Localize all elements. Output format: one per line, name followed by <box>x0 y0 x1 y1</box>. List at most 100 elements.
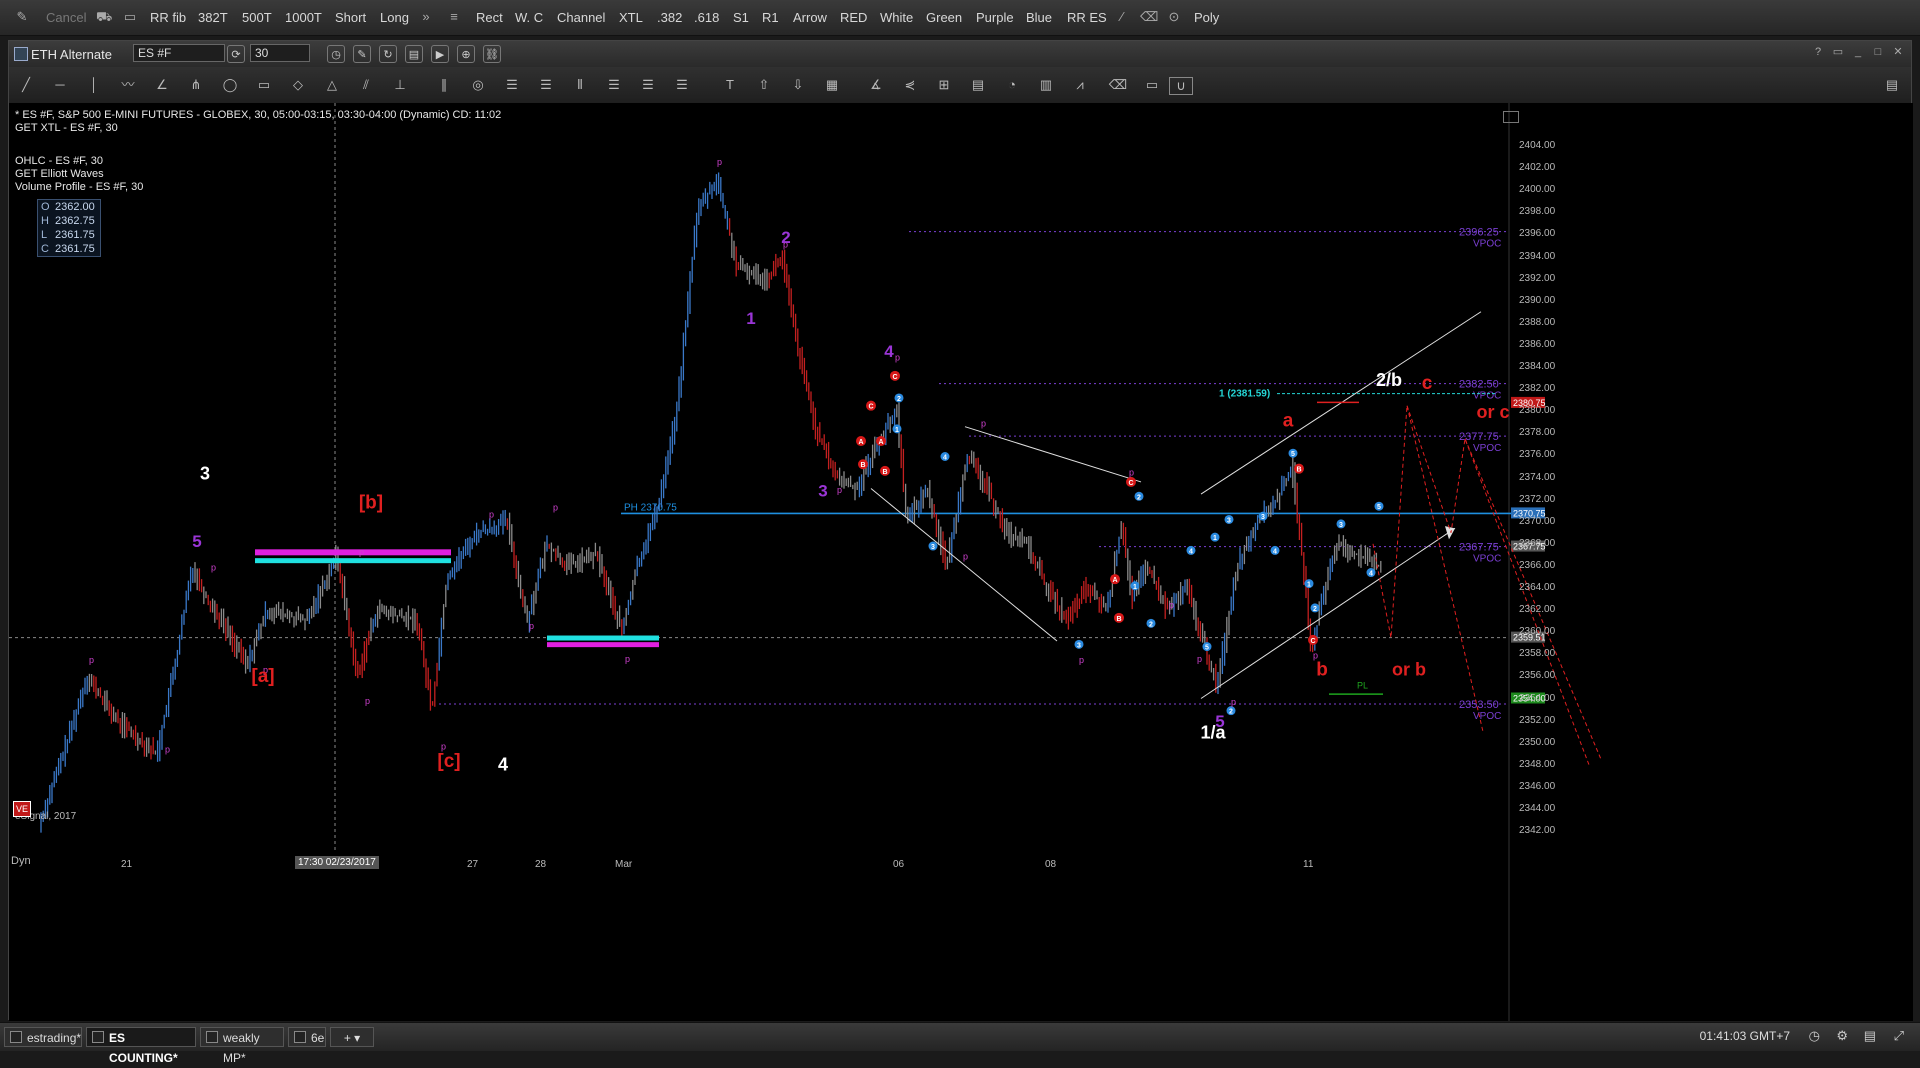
fib-zone-tool-icon[interactable]: ☰ <box>671 77 693 93</box>
rect-button[interactable]: Rect <box>476 10 503 25</box>
help-icon[interactable]: ? <box>1811 45 1825 59</box>
angle-tool-icon[interactable]: ∠ <box>151 77 173 93</box>
gann-tool-icon[interactable]: ∡ <box>865 77 887 93</box>
rectangle-tool-icon[interactable]: ▭ <box>253 77 275 93</box>
ohlc-high: H 2362.75 <box>41 215 95 227</box>
zoom-icon[interactable]: ⊕ <box>457 45 475 63</box>
tab-estrading[interactable]: estrading* <box>4 1027 82 1047</box>
layout-icon[interactable]: ▤ <box>1864 1028 1876 1044</box>
comment-tool-icon[interactable]: ▭ <box>1141 77 1163 93</box>
x-tick-label: Mar <box>615 859 633 870</box>
tab-checkbox[interactable] <box>92 1031 104 1043</box>
1000t-button[interactable]: 1000T <box>285 10 322 25</box>
short-button[interactable]: Short <box>335 10 366 25</box>
500t-button[interactable]: 500T <box>242 10 272 25</box>
fib-arc-tool-icon[interactable]: ☰ <box>637 77 659 93</box>
wc-button[interactable]: W. C <box>515 10 543 25</box>
tab-checkbox[interactable] <box>206 1031 218 1043</box>
triangle-tool-icon[interactable]: △ <box>321 77 343 93</box>
dyn-label[interactable]: Dyn <box>11 855 31 868</box>
red-button[interactable]: RED <box>840 10 867 25</box>
channel-tool-icon[interactable]: ⫽ <box>355 77 377 93</box>
fib-ext-tool-icon[interactable]: ☰ <box>535 77 557 93</box>
text-tool-icon[interactable]: T <box>719 77 741 93</box>
wave-tool-icon[interactable]: 〰 <box>117 77 139 93</box>
tab-es-counting[interactable]: ES COUNTING* <box>86 1027 196 1065</box>
panel-expand-icon[interactable] <box>1503 111 1519 123</box>
pti-tool-icon[interactable]: ▥ <box>1035 77 1057 93</box>
trendline-tool-icon[interactable]: ╱ <box>15 77 37 93</box>
symbol-input[interactable] <box>133 44 225 62</box>
tab-6e[interactable]: 6e <box>288 1027 326 1047</box>
mob-icon[interactable]: ≡ <box>446 9 462 25</box>
settings-icon[interactable]: ⊙ <box>1166 9 1182 25</box>
symbol-lookup-icon[interactable]: ⟳ <box>227 45 245 63</box>
refresh-icon[interactable]: ↻ <box>379 45 397 63</box>
xtl-button[interactable]: XTL <box>619 10 643 25</box>
fib-618-button[interactable]: .618 <box>694 10 719 25</box>
chart-plot-area[interactable]: 2396.25 VPOC 2382.50 VPOC 2377.75 VPOC 2367.75… <box>9 103 1913 1021</box>
382t-button[interactable]: 382T <box>198 10 228 25</box>
draw-tool-icon[interactable]: ✎ <box>14 9 30 25</box>
tab-checkbox[interactable] <box>10 1031 22 1043</box>
eraser-icon[interactable]: ⌫ <box>1140 9 1158 25</box>
cycle-tool-icon[interactable]: ◎ <box>467 77 489 93</box>
green-button[interactable]: Green <box>926 10 962 25</box>
interval-input[interactable] <box>250 44 310 62</box>
arrow-down-tool-icon[interactable]: ⇩ <box>787 77 809 93</box>
eraser2-tool-icon[interactable]: ⌫ <box>1107 77 1129 93</box>
arrow-button[interactable]: Arrow <box>793 10 827 25</box>
eraser-tool-icon[interactable]: ◇ <box>287 77 309 93</box>
ruler-tool-icon[interactable]: ⊥ <box>389 77 411 93</box>
ellipse-tool-icon[interactable]: ◯ <box>219 77 241 93</box>
link-icon[interactable]: ⛓ <box>483 45 501 63</box>
andrews-tool-icon[interactable]: ⋞ <box>899 77 921 93</box>
minimize-icon[interactable]: _ <box>1851 45 1865 59</box>
parallel-tool-icon[interactable]: ∥ <box>433 77 455 93</box>
white-button[interactable]: White <box>880 10 913 25</box>
add-tab-button[interactable]: + ▾ <box>330 1027 374 1047</box>
vertical-line-tool-icon[interactable]: │ <box>83 77 105 93</box>
tab-weakly-mp[interactable]: weakly MP* <box>200 1027 284 1065</box>
timer-icon[interactable]: ◷ <box>1809 1028 1820 1044</box>
overflow-icon[interactable]: » <box>418 9 434 25</box>
maximize-screen-icon[interactable]: ⤢ <box>1894 1028 1904 1044</box>
horizontal-line-tool-icon[interactable]: ─ <box>49 77 71 93</box>
poly-button[interactable]: Poly <box>1194 10 1219 25</box>
r1-button[interactable]: R1 <box>762 10 779 25</box>
blue-button[interactable]: Blue <box>1026 10 1052 25</box>
fork-tool-icon[interactable]: ⋔ <box>185 77 207 93</box>
arrow-up-tool-icon[interactable]: ⇧ <box>753 77 775 93</box>
toolbar-menu-icon[interactable]: ▤ <box>1881 77 1903 93</box>
close-icon[interactable]: ✕ <box>1891 45 1905 59</box>
tab-checkbox[interactable] <box>294 1031 306 1043</box>
rect-icon[interactable]: ▭ <box>122 9 138 25</box>
cart-icon[interactable]: ⛟ <box>96 9 112 25</box>
magnet-tool-icon[interactable]: ∪ <box>1169 77 1193 95</box>
draw-pen-icon[interactable]: ✎ <box>353 45 371 63</box>
rr-es-button[interactable]: RR ES <box>1067 10 1107 25</box>
fib-retrace-tool-icon[interactable]: ☰ <box>501 77 523 93</box>
elliott-tool-icon[interactable]: ⩘ <box>1069 77 1091 93</box>
fib-382-button[interactable]: .382 <box>657 10 682 25</box>
interval-icon[interactable]: ◷ <box>327 45 345 63</box>
cycle-lines-tool-icon[interactable]: ◔ <box>1001 77 1023 93</box>
channel-button[interactable]: Channel <box>557 10 605 25</box>
purple-button[interactable]: Purple <box>976 10 1014 25</box>
long-button[interactable]: Long <box>380 10 409 25</box>
restore-icon[interactable]: ▭ <box>1831 45 1845 59</box>
maximize-icon[interactable]: □ <box>1871 45 1885 59</box>
play-icon[interactable]: ▶ <box>431 45 449 63</box>
price-chart[interactable]: 2396.25VPOC2382.50VPOC2377.75VPOC2367.75… <box>9 103 1913 1021</box>
template-icon[interactable]: ▤ <box>405 45 423 63</box>
fib-time-tool-icon[interactable]: ⦀ <box>569 77 591 93</box>
grid-tool-icon[interactable]: ⊞ <box>933 77 955 93</box>
fib-fan-tool-icon[interactable]: ☰ <box>603 77 625 93</box>
note-tool-icon[interactable]: ▦ <box>821 77 843 93</box>
s1-button[interactable]: S1 <box>733 10 749 25</box>
pen-icon[interactable]: ⁄ <box>1114 9 1130 25</box>
rr-fib-button[interactable]: RR fib <box>150 10 186 25</box>
gear-icon[interactable]: ⚙ <box>1836 1028 1848 1044</box>
mob-tool-icon[interactable]: ▤ <box>967 77 989 93</box>
cancel-button[interactable]: Cancel <box>46 10 86 25</box>
